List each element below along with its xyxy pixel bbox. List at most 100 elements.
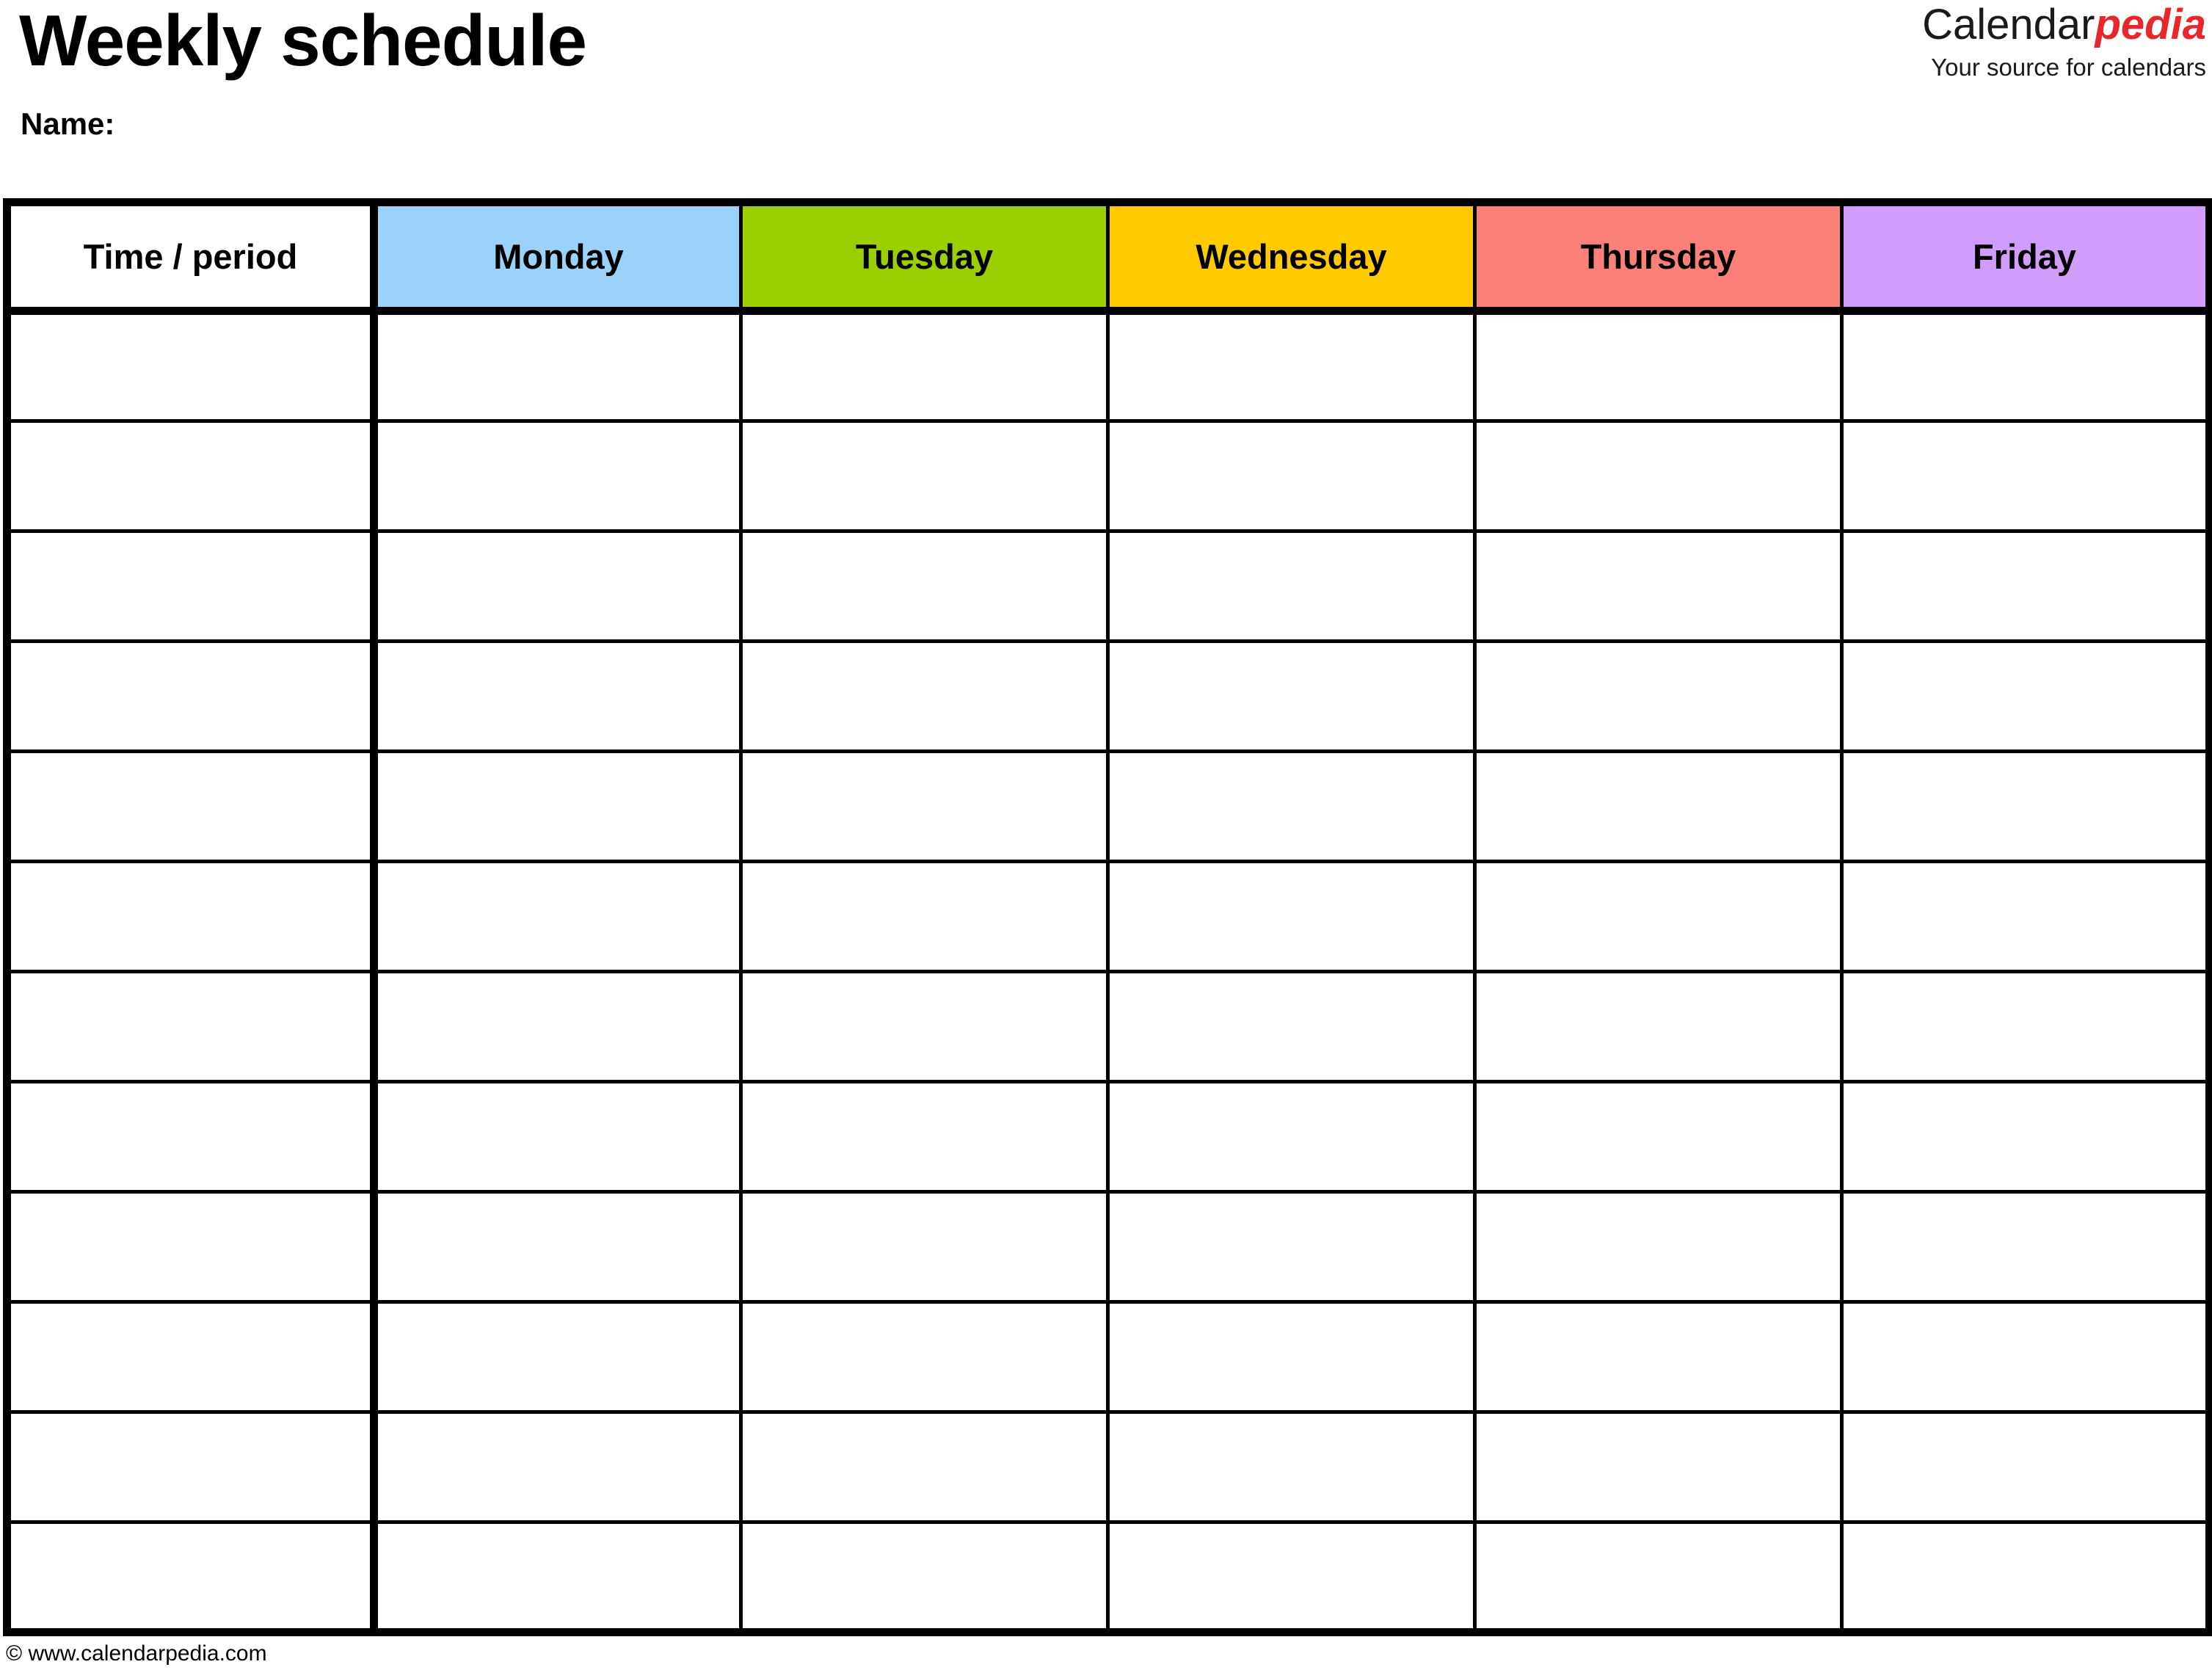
schedule-cell-time-period-11[interactable] xyxy=(7,1412,378,1524)
column-header-tuesday: Tuesday xyxy=(741,202,1110,315)
schedule-row xyxy=(7,531,2210,643)
brand-name-primary: Calendar xyxy=(1922,1,2095,48)
schedule-row xyxy=(7,861,2210,973)
schedule-cell-wednesday-8[interactable] xyxy=(1107,1081,1477,1194)
schedule-cell-friday-7[interactable] xyxy=(1841,971,2210,1083)
schedule-cell-friday-8[interactable] xyxy=(1841,1081,2210,1194)
column-header-wednesday: Wednesday xyxy=(1107,202,1477,315)
schedule-cell-tuesday-3[interactable] xyxy=(741,531,1110,643)
schedule-cell-friday-10[interactable] xyxy=(1841,1301,2210,1414)
schedule-cell-monday-6[interactable] xyxy=(374,861,743,973)
brand-wordmark: Calendarpedia xyxy=(1922,1,2206,48)
schedule-cell-thursday-1[interactable] xyxy=(1474,311,1844,423)
schedule-cell-thursday-3[interactable] xyxy=(1474,531,1844,643)
schedule-cell-monday-12[interactable] xyxy=(374,1522,743,1633)
schedule-cell-monday-1[interactable] xyxy=(374,311,743,423)
schedule-cell-tuesday-10[interactable] xyxy=(741,1301,1110,1414)
schedule-cell-monday-5[interactable] xyxy=(374,751,743,863)
column-header-friday: Friday xyxy=(1841,202,2210,315)
schedule-cell-friday-11[interactable] xyxy=(1841,1412,2210,1524)
weekly-schedule-table-container: Time / period Monday Tuesday Wednesday T… xyxy=(3,198,2212,1636)
schedule-cell-wednesday-9[interactable] xyxy=(1107,1191,1477,1304)
schedule-cell-monday-4[interactable] xyxy=(374,641,743,753)
schedule-cell-monday-11[interactable] xyxy=(374,1412,743,1524)
page-title: Weekly schedule xyxy=(19,0,587,81)
schedule-cell-thursday-7[interactable] xyxy=(1474,971,1844,1083)
schedule-cell-wednesday-1[interactable] xyxy=(1107,311,1477,423)
schedule-cell-monday-9[interactable] xyxy=(374,1191,743,1304)
schedule-cell-wednesday-5[interactable] xyxy=(1107,751,1477,863)
weekly-schedule-table: Time / period Monday Tuesday Wednesday T… xyxy=(3,198,2212,1636)
schedule-cell-time-period-9[interactable] xyxy=(7,1191,378,1304)
schedule-cell-friday-3[interactable] xyxy=(1841,531,2210,643)
schedule-cell-friday-9[interactable] xyxy=(1841,1191,2210,1304)
column-header-time-period: Time / period xyxy=(7,202,378,315)
schedule-cell-thursday-2[interactable] xyxy=(1474,421,1844,533)
column-header-monday: Monday xyxy=(374,202,743,315)
schedule-cell-monday-2[interactable] xyxy=(374,421,743,533)
schedule-cell-tuesday-9[interactable] xyxy=(741,1191,1110,1304)
schedule-cell-friday-2[interactable] xyxy=(1841,421,2210,533)
schedule-row xyxy=(7,1301,2210,1414)
schedule-cell-tuesday-4[interactable] xyxy=(741,641,1110,753)
schedule-cell-time-period-1[interactable] xyxy=(7,311,378,423)
schedule-cell-monday-8[interactable] xyxy=(374,1081,743,1194)
schedule-cell-monday-10[interactable] xyxy=(374,1301,743,1414)
schedule-header-row-group: Time / period Monday Tuesday Wednesday T… xyxy=(7,202,2210,315)
schedule-cell-tuesday-2[interactable] xyxy=(741,421,1110,533)
schedule-cell-thursday-12[interactable] xyxy=(1474,1522,1844,1633)
schedule-row xyxy=(7,1191,2210,1304)
schedule-cell-tuesday-7[interactable] xyxy=(741,971,1110,1083)
schedule-cell-tuesday-12[interactable] xyxy=(741,1522,1110,1633)
schedule-cell-thursday-10[interactable] xyxy=(1474,1301,1844,1414)
schedule-cell-time-period-10[interactable] xyxy=(7,1301,378,1414)
schedule-cell-thursday-9[interactable] xyxy=(1474,1191,1844,1304)
schedule-cell-wednesday-7[interactable] xyxy=(1107,971,1477,1083)
schedule-cell-friday-5[interactable] xyxy=(1841,751,2210,863)
schedule-cell-time-period-7[interactable] xyxy=(7,971,378,1083)
schedule-cell-thursday-6[interactable] xyxy=(1474,861,1844,973)
schedule-cell-friday-12[interactable] xyxy=(1841,1522,2210,1633)
schedule-cell-tuesday-11[interactable] xyxy=(741,1412,1110,1524)
schedule-cell-monday-3[interactable] xyxy=(374,531,743,643)
page-header: Weekly schedule Name: Calendarpedia Your… xyxy=(0,0,2212,198)
schedule-cell-time-period-8[interactable] xyxy=(7,1081,378,1194)
schedule-cell-tuesday-1[interactable] xyxy=(741,311,1110,423)
schedule-cell-time-period-5[interactable] xyxy=(7,751,378,863)
schedule-row xyxy=(7,1412,2210,1524)
schedule-cell-friday-1[interactable] xyxy=(1841,311,2210,423)
schedule-cell-wednesday-11[interactable] xyxy=(1107,1412,1477,1524)
schedule-cell-time-period-12[interactable] xyxy=(7,1522,378,1633)
schedule-row xyxy=(7,1522,2210,1633)
schedule-cell-tuesday-6[interactable] xyxy=(741,861,1110,973)
schedule-row xyxy=(7,641,2210,753)
schedule-cell-thursday-8[interactable] xyxy=(1474,1081,1844,1194)
calendarpedia-logo: Calendarpedia Your source for calendars xyxy=(1922,1,2206,81)
schedule-cell-friday-6[interactable] xyxy=(1841,861,2210,973)
schedule-cell-wednesday-6[interactable] xyxy=(1107,861,1477,973)
column-header-thursday: Thursday xyxy=(1474,202,1844,315)
schedule-cell-wednesday-4[interactable] xyxy=(1107,641,1477,753)
schedule-cell-thursday-11[interactable] xyxy=(1474,1412,1844,1524)
schedule-cell-friday-4[interactable] xyxy=(1841,641,2210,753)
schedule-row xyxy=(7,971,2210,1083)
schedule-row xyxy=(7,1081,2210,1194)
schedule-cell-thursday-4[interactable] xyxy=(1474,641,1844,753)
name-field-label: Name: xyxy=(21,106,115,141)
schedule-cell-time-period-3[interactable] xyxy=(7,531,378,643)
footer-copyright: © www.calendarpedia.com xyxy=(6,1641,267,1666)
schedule-cell-thursday-5[interactable] xyxy=(1474,751,1844,863)
schedule-cell-time-period-4[interactable] xyxy=(7,641,378,753)
schedule-header-row: Time / period Monday Tuesday Wednesday T… xyxy=(7,202,2210,315)
schedule-cell-wednesday-12[interactable] xyxy=(1107,1522,1477,1633)
schedule-cell-tuesday-5[interactable] xyxy=(741,751,1110,863)
schedule-cell-time-period-6[interactable] xyxy=(7,861,378,973)
schedule-body xyxy=(7,311,2210,1633)
brand-tagline: Your source for calendars xyxy=(1931,53,2206,81)
schedule-cell-wednesday-10[interactable] xyxy=(1107,1301,1477,1414)
schedule-cell-wednesday-2[interactable] xyxy=(1107,421,1477,533)
schedule-cell-time-period-2[interactable] xyxy=(7,421,378,533)
schedule-cell-wednesday-3[interactable] xyxy=(1107,531,1477,643)
schedule-cell-monday-7[interactable] xyxy=(374,971,743,1083)
schedule-cell-tuesday-8[interactable] xyxy=(741,1081,1110,1194)
